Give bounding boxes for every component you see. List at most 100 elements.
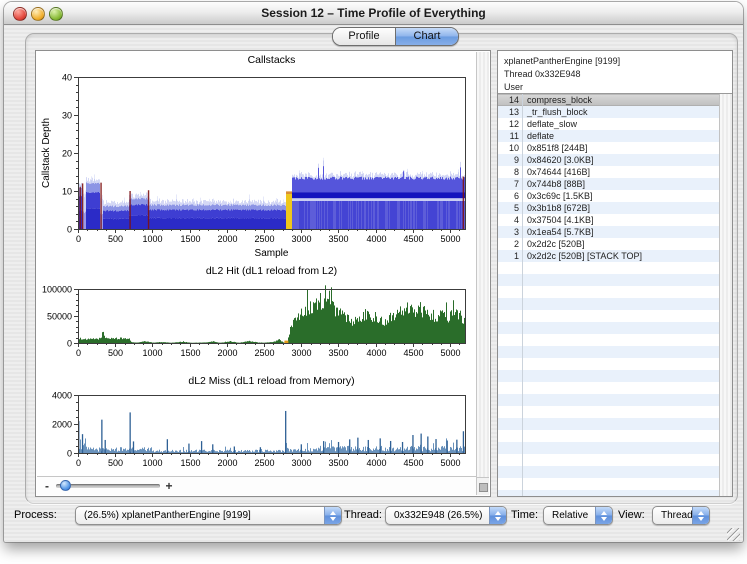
stack-frame-row[interactable]: 14compress_block: [498, 94, 720, 106]
frame-number: 14: [498, 94, 522, 106]
thread-label: Thread:: [344, 506, 382, 525]
list-filler-row: [498, 322, 720, 334]
frame-number: [498, 466, 522, 478]
charts-canvas[interactable]: [37, 52, 477, 478]
callstack-header: xplanetPantherEngine [9199] Thread 0x332…: [498, 51, 732, 94]
frame-number: [498, 298, 522, 310]
process-label: Process:: [14, 506, 57, 525]
stack-frame-row[interactable]: 12deflate_slow: [498, 118, 720, 130]
list-filler-row: [498, 274, 720, 286]
frame-label: [522, 370, 720, 382]
stack-frame-row[interactable]: 20x2d2c [520B]: [498, 238, 720, 250]
thread-popup-value: 0x332E948 (26.5%): [386, 507, 489, 524]
frame-number: [498, 406, 522, 418]
tab-profile[interactable]: Profile: [333, 28, 395, 45]
stack-frame-row[interactable]: 60x3c69c [1.5KB]: [498, 190, 720, 202]
process-popup-value: (26.5%) xplanetPantherEngine [9199]: [76, 507, 324, 524]
process-name-text: xplanetPantherEngine [9199]: [504, 55, 732, 68]
list-filler-row: [498, 442, 720, 454]
view-popup[interactable]: Thread: [652, 506, 710, 525]
mode-text: User: [504, 81, 732, 94]
frame-label: [522, 394, 720, 406]
stack-frame-row[interactable]: 13_tr_flush_block: [498, 106, 720, 118]
frame-number: 1: [498, 250, 522, 262]
frame-label: [522, 418, 720, 430]
stack-frame-row[interactable]: 50x3b1b8 [672B]: [498, 202, 720, 214]
frame-number: [498, 478, 522, 490]
frame-label: [522, 478, 720, 490]
frame-label: 0x37504 [4.1KB]: [522, 214, 720, 226]
stack-frame-list: 14compress_block13_tr_flush_block12defla…: [498, 94, 720, 496]
popup-arrows-icon: [595, 507, 612, 524]
view-popup-value: Thread: [653, 507, 692, 524]
stack-frame-row[interactable]: 70x744b8 [88B]: [498, 178, 720, 190]
process-popup[interactable]: (26.5%) xplanetPantherEngine [9199]: [75, 506, 342, 525]
frame-number: [498, 382, 522, 394]
frame-label: [522, 334, 720, 346]
frame-label: [522, 262, 720, 274]
frame-label: [522, 454, 720, 466]
frame-number: [498, 274, 522, 286]
stack-frame-row[interactable]: 90x84620 [3.0KB]: [498, 154, 720, 166]
thread-name-text: Thread 0x332E948: [504, 68, 732, 81]
frame-number: [498, 322, 522, 334]
frame-label: 0x851f8 [244B]: [522, 142, 720, 154]
frame-label: 0x1ea54 [5.7KB]: [522, 226, 720, 238]
list-filler-row: [498, 382, 720, 394]
stack-frame-row[interactable]: 80x74644 [416B]: [498, 166, 720, 178]
title-bar[interactable]: Session 12 – Time Profile of Everything: [4, 2, 743, 25]
list-filler-row: [498, 370, 720, 382]
frame-label: [522, 298, 720, 310]
frame-number: [498, 334, 522, 346]
list-filler-row: [498, 430, 720, 442]
list-filler-row: [498, 454, 720, 466]
chart-zoom-bar: - +: [37, 476, 477, 495]
tab-chart[interactable]: Chart: [395, 28, 458, 45]
desktop: { "window": { "title": "Session 12 – Tim…: [0, 0, 747, 564]
stack-frame-row[interactable]: 100x851f8 [244B]: [498, 142, 720, 154]
frame-number: 10: [498, 142, 522, 154]
list-filler-row: [498, 466, 720, 478]
frame-label: 0x74644 [416B]: [522, 166, 720, 178]
view-label: View:: [618, 506, 645, 525]
frame-label: [522, 286, 720, 298]
app-window: Session 12 – Time Profile of Everything …: [4, 2, 743, 542]
frame-number: [498, 310, 522, 322]
frame-number: [498, 346, 522, 358]
popup-arrows-icon: [692, 507, 709, 524]
list-filler-row: [498, 418, 720, 430]
frame-label: [522, 442, 720, 454]
frame-number: 4: [498, 214, 522, 226]
callstack-panel: xplanetPantherEngine [9199] Thread 0x332…: [497, 50, 733, 497]
time-popup-value: Relative: [544, 507, 595, 524]
frame-label: [522, 274, 720, 286]
zoom-out-button[interactable]: -: [42, 479, 52, 493]
time-label: Time:: [511, 506, 538, 525]
zoom-slider-thumb[interactable]: [60, 480, 71, 491]
view-tab-control: Profile Chart: [332, 27, 459, 46]
list-filler-row: [498, 262, 720, 274]
frame-label: [522, 322, 720, 334]
resize-grip[interactable]: [727, 528, 740, 541]
stack-frame-row[interactable]: 30x1ea54 [5.7KB]: [498, 226, 720, 238]
stack-frame-row[interactable]: 10x2d2c [520B] [STACK TOP]: [498, 250, 720, 262]
frame-number: 2: [498, 238, 522, 250]
frame-number: 11: [498, 130, 522, 142]
list-filler-row: [498, 310, 720, 322]
corner-box-icon: [479, 483, 488, 492]
frame-label: compress_block: [522, 94, 720, 106]
charts-vertical-scrollbar[interactable]: [476, 52, 489, 478]
zoom-slider[interactable]: [56, 484, 160, 488]
frame-number: 13: [498, 106, 522, 118]
frame-label: [522, 490, 720, 496]
stack-frame-row[interactable]: 11deflate: [498, 130, 720, 142]
stack-frame-row[interactable]: 40x37504 [4.1KB]: [498, 214, 720, 226]
frame-label: deflate: [522, 130, 720, 142]
thread-popup[interactable]: 0x332E948 (26.5%): [385, 506, 507, 525]
time-popup[interactable]: Relative: [543, 506, 613, 525]
frame-label: [522, 358, 720, 370]
zoom-in-button[interactable]: +: [164, 479, 174, 493]
callstack-scrollbar[interactable]: [719, 94, 732, 496]
list-filler-row: [498, 298, 720, 310]
list-filler-row: [498, 334, 720, 346]
